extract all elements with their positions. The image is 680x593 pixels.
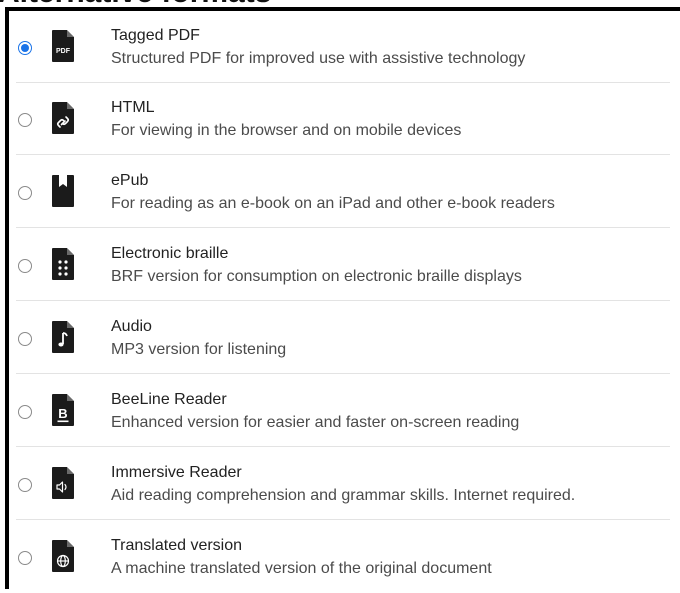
option-title: BeeLine Reader <box>111 391 227 408</box>
option-description: A machine translated version of the orig… <box>111 560 492 577</box>
format-options-panel: PDF Tagged PDF Structured PDF for improv… <box>5 7 680 589</box>
option-description: Structured PDF for improved use with ass… <box>111 50 526 67</box>
braille-file-icon <box>52 248 74 280</box>
option-translated-version[interactable]: Translated version A machine translated … <box>9 521 670 593</box>
pdf-file-icon: PDF <box>52 30 74 62</box>
html-link-file-icon <box>52 102 74 134</box>
radio-audio[interactable] <box>18 332 32 346</box>
option-description: For reading as an e-book on an iPad and … <box>111 195 555 212</box>
divider <box>16 373 670 374</box>
option-title: Electronic braille <box>111 245 229 262</box>
immersive-reader-file-icon <box>52 467 74 499</box>
beeline-file-icon: B <box>52 394 74 426</box>
option-title: ePub <box>111 172 149 189</box>
option-title: HTML <box>111 99 155 116</box>
option-description: MP3 version for listening <box>111 341 287 358</box>
option-beeline-reader[interactable]: B BeeLine Reader Enhanced version for ea… <box>9 375 670 447</box>
radio-electronic-braille[interactable] <box>18 259 32 273</box>
divider <box>16 154 670 155</box>
option-description: Aid reading comprehension and grammar sk… <box>111 487 576 504</box>
option-title: Audio <box>111 318 152 335</box>
option-title: Tagged PDF <box>111 27 200 44</box>
divider <box>16 519 670 520</box>
globe-file-icon <box>52 540 74 572</box>
radio-immersive-reader[interactable] <box>18 478 32 492</box>
option-audio[interactable]: Audio MP3 version for listening <box>9 302 670 374</box>
option-epub[interactable]: ePub For reading as an e-book on an iPad… <box>9 156 670 228</box>
option-html[interactable]: HTML For viewing in the browser and on m… <box>9 83 670 155</box>
radio-beeline-reader[interactable] <box>18 405 32 419</box>
divider <box>16 446 670 447</box>
radio-translated-version[interactable] <box>18 551 32 565</box>
audio-file-icon <box>52 321 74 353</box>
divider <box>16 227 670 228</box>
option-title: Translated version <box>111 537 243 554</box>
divider <box>16 300 670 301</box>
option-description: For viewing in the browser and on mobile… <box>111 122 462 139</box>
option-electronic-braille[interactable]: Electronic braille BRF version for consu… <box>9 229 670 301</box>
option-title: Immersive Reader <box>111 464 242 481</box>
beeline-icon-letter: B <box>58 406 67 421</box>
radio-tagged-pdf[interactable] <box>18 41 32 55</box>
pdf-icon-label: PDF <box>56 48 71 55</box>
option-description: Enhanced version for easier and faster o… <box>111 414 520 431</box>
epub-bookmark-icon <box>52 175 74 207</box>
option-description: BRF version for consumption on electroni… <box>111 268 522 285</box>
option-tagged-pdf[interactable]: PDF Tagged PDF Structured PDF for improv… <box>9 11 670 83</box>
radio-html[interactable] <box>18 113 32 127</box>
radio-epub[interactable] <box>18 186 32 200</box>
option-immersive-reader[interactable]: Immersive Reader Aid reading comprehensi… <box>9 448 670 520</box>
